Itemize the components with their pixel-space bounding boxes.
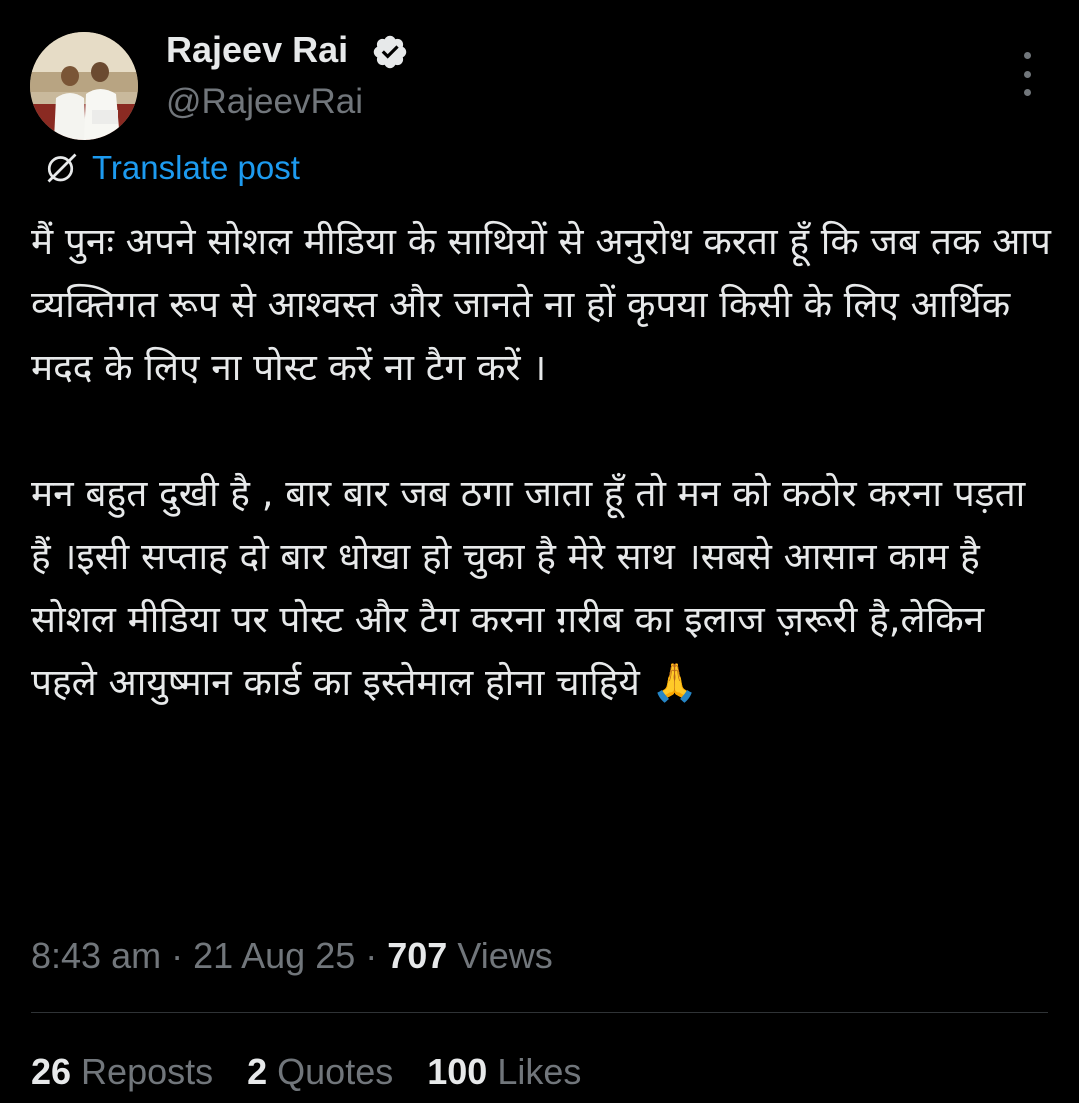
views-label: Views: [447, 935, 553, 976]
quotes-label: Quotes: [267, 1051, 394, 1092]
more-options-icon[interactable]: [1012, 52, 1042, 96]
reposts-stat[interactable]: 26 Reposts: [31, 1048, 213, 1096]
avatar[interactable]: [30, 32, 138, 140]
meta-separator: ·: [355, 935, 388, 976]
likes-count: 100: [427, 1051, 488, 1092]
divider: [31, 1012, 1048, 1013]
quotes-count: 2: [247, 1051, 268, 1092]
likes-stat[interactable]: 100 Likes: [427, 1048, 581, 1096]
post-text: मैं पुनः अपने सोशल मीडिया के साथियों से …: [31, 210, 1056, 714]
post-meta: 8:43 am · 21 Aug 25 · 707 Views: [31, 930, 553, 982]
post-time[interactable]: 8:43 am: [31, 935, 161, 976]
quotes-stat[interactable]: 2 Quotes: [247, 1048, 393, 1096]
post-paragraph: मैं पुनः अपने सोशल मीडिया के साथियों से …: [31, 220, 1051, 389]
engagement-stats: 26 Reposts 2 Quotes 100 Likes: [31, 1048, 615, 1096]
reposts-label: Reposts: [71, 1051, 214, 1092]
translate-post-button[interactable]: Translate post: [44, 146, 300, 190]
translate-post-label: Translate post: [92, 149, 300, 186]
meta-separator: ·: [161, 935, 194, 976]
reposts-count: 26: [31, 1051, 72, 1092]
author-handle[interactable]: @RajeevRai: [166, 80, 363, 124]
likes-label: Likes: [487, 1051, 582, 1092]
more-dot: [1023, 89, 1031, 96]
more-dot: [1023, 52, 1031, 59]
post-date[interactable]: 21 Aug 25: [193, 935, 355, 976]
verified-badge-icon: [373, 35, 407, 69]
post-paragraph: मन बहुत दुखी है , बार बार जब ठगा जाता हू…: [31, 472, 1026, 704]
views-count: 707: [387, 935, 448, 976]
author-display-name[interactable]: Rajeev Rai: [166, 28, 348, 72]
translate-globe-icon: [47, 153, 77, 183]
avatar-photo: [30, 32, 138, 140]
more-dot: [1023, 70, 1031, 78]
